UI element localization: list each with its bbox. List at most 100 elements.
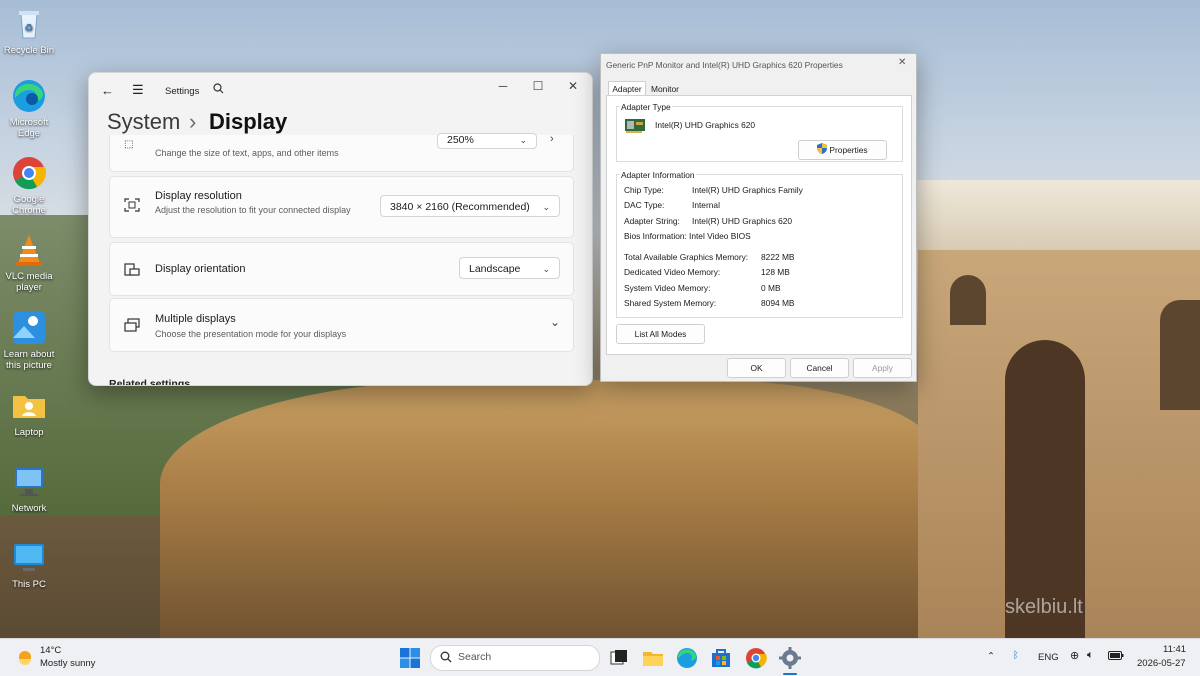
memory-value: 0 MB (761, 283, 781, 293)
search-icon[interactable] (213, 83, 224, 97)
file-explorer-icon[interactable] (641, 646, 665, 670)
recycle-bin-icon: ♻ (11, 6, 47, 42)
properties-button-label: Properties (829, 145, 868, 155)
display-orientation-title: Display orientation (155, 263, 246, 275)
multiple-displays-icon (124, 318, 140, 332)
edge-icon (11, 78, 47, 114)
memory-label: System Video Memory: (624, 283, 711, 293)
learn-picture-icon (11, 310, 47, 346)
resolution-dropdown[interactable]: 3840 × 2160 (Recommended) ⌄ (380, 195, 560, 217)
scale-value: 250% (447, 134, 474, 146)
clock-date[interactable]: 2026-05-27 (1137, 658, 1186, 669)
page-title: Display (209, 109, 288, 134)
this-pc-icon (11, 540, 47, 576)
volume-icon[interactable]: 🔈︎ (1087, 649, 1094, 662)
microsoft-store-icon[interactable] (709, 646, 733, 670)
resolution-value: 3840 × 2160 (Recommended) (390, 201, 530, 213)
taskbar-search-box[interactable]: Search (430, 645, 600, 671)
edge-icon[interactable] (675, 646, 699, 670)
memory-value: 128 MB (761, 267, 790, 277)
breadcrumb-system[interactable]: System (107, 109, 180, 135)
wallpaper-bridge-window (1160, 300, 1200, 410)
memory-value: 8222 MB (761, 252, 795, 262)
adapter-properties-dialog: Generic PnP Monitor and Intel(R) UHD Gra… (600, 53, 917, 382)
display-resolution-subtitle: Adjust the resolution to fit your connec… (155, 205, 351, 215)
scale-subtitle: Change the size of text, apps, and other… (155, 148, 339, 158)
dialog-title: Generic PnP Monitor and Intel(R) UHD Gra… (606, 60, 843, 70)
close-button[interactable]: ✕ (563, 78, 583, 94)
info-label: Bios Information: (624, 231, 687, 241)
info-label: DAC Type: (624, 200, 665, 210)
wallpaper-watermark: skelbiu.lt (1005, 596, 1083, 618)
info-value: Internal (692, 200, 720, 210)
orientation-value: Landscape (469, 263, 521, 275)
task-view-button[interactable] (607, 646, 631, 670)
info-value: Intel Video BIOS (689, 231, 751, 241)
list-all-modes-button[interactable]: List All Modes (616, 324, 705, 344)
language-indicator[interactable]: ENG (1038, 652, 1059, 663)
minimize-button[interactable]: ─ (493, 78, 513, 94)
desktop-icon-chrome[interactable]: Google Chrome (0, 155, 58, 216)
clock-time[interactable]: 11:41 (1163, 644, 1186, 655)
tab-monitor[interactable]: Monitor (647, 83, 683, 95)
taskbar: 14°C Mostly sunny Search ⌃ ᛒ ENG ⊕ 🔈︎ 11… (0, 638, 1200, 676)
display-resolution-title: Display resolution (155, 190, 242, 202)
desktop-icon-this-pc[interactable]: This PC (0, 540, 58, 590)
multiple-displays-card[interactable]: Multiple displays Choose the presentatio… (109, 298, 574, 352)
memory-label: Shared System Memory: (624, 298, 717, 308)
desktop-icon-label: VLC media player (5, 271, 53, 293)
desktop-icon-laptop-folder[interactable]: Laptop (0, 388, 58, 438)
hamburger-menu-icon[interactable]: ☰ (132, 82, 144, 98)
memory-value: 8094 MB (761, 298, 795, 308)
multiple-displays-title: Multiple displays (155, 313, 236, 325)
resolution-icon (124, 198, 140, 212)
desktop-icon-network[interactable]: Network (0, 464, 58, 514)
tab-adapter[interactable]: Adapter (608, 81, 646, 96)
network-icon (11, 464, 47, 500)
vlc-icon (11, 232, 47, 268)
close-icon[interactable]: ✕ (898, 57, 906, 68)
adapter-tab-panel: Adapter Type Intel(R) UHD Graphics 620 P… (606, 95, 912, 355)
adapter-info-heading: Adapter Information (620, 170, 696, 180)
breadcrumb-separator: › (189, 109, 197, 134)
desktop-icon-vlc[interactable]: VLC media player (0, 232, 58, 293)
graphics-card-icon (624, 116, 646, 137)
chevron-up-icon[interactable]: ⌃ (987, 651, 995, 662)
multiple-displays-subtitle: Choose the presentation mode for your di… (155, 329, 347, 339)
weather-widget[interactable]: 14°C Mostly sunny (14, 644, 104, 672)
globe-icon[interactable]: ⊕ (1070, 649, 1079, 662)
info-label: Chip Type: (624, 185, 664, 195)
bluetooth-icon[interactable]: ᛒ (1013, 650, 1019, 661)
app-title: Settings (165, 86, 200, 97)
desktop-icon-label: Network (11, 503, 47, 514)
desktop-icon-recycle-bin[interactable]: ♻ Recycle Bin (0, 6, 58, 56)
info-value: Intel(R) UHD Graphics 620 (692, 216, 793, 226)
desktop-icon-learn-picture[interactable]: Learn about this picture (0, 310, 58, 371)
settings-window: ← ☰ Settings ─ ☐ ✕ System › Display ⬚ Ch… (88, 72, 593, 386)
wallpaper-bridge-window (950, 275, 986, 325)
battery-icon[interactable] (1108, 651, 1124, 663)
scale-dropdown[interactable]: 250% ⌄ (437, 133, 537, 149)
related-settings-heading: Related settings (109, 378, 191, 386)
tab-monitor-label: Monitor (651, 84, 679, 94)
settings-gear-icon[interactable] (778, 646, 802, 670)
wallpaper-town (915, 180, 1200, 255)
memory-label: Total Available Graphics Memory: (624, 252, 749, 262)
memory-label: Dedicated Video Memory: (624, 267, 721, 277)
chrome-icon[interactable] (744, 646, 768, 670)
orientation-dropdown[interactable]: Landscape ⌄ (459, 257, 560, 279)
scale-setting-card[interactable]: ⬚ Change the size of text, apps, and oth… (109, 133, 574, 172)
ok-button[interactable]: OK (727, 358, 786, 378)
desktop-icon-label: Google Chrome (12, 194, 46, 216)
chrome-icon (11, 155, 47, 191)
cancel-button[interactable]: Cancel (790, 358, 849, 378)
maximize-button[interactable]: ☐ (528, 78, 548, 94)
info-label: Adapter String: (624, 216, 680, 226)
adapter-properties-button[interactable]: Properties (798, 140, 887, 160)
tab-adapter-label: Adapter (612, 84, 642, 94)
search-icon (440, 651, 452, 666)
back-arrow-icon[interactable]: ← (101, 83, 114, 98)
desktop-icon-edge[interactable]: Microsoft Edge (0, 78, 58, 139)
start-button[interactable] (398, 646, 422, 670)
apply-button[interactable]: Apply (853, 358, 912, 378)
